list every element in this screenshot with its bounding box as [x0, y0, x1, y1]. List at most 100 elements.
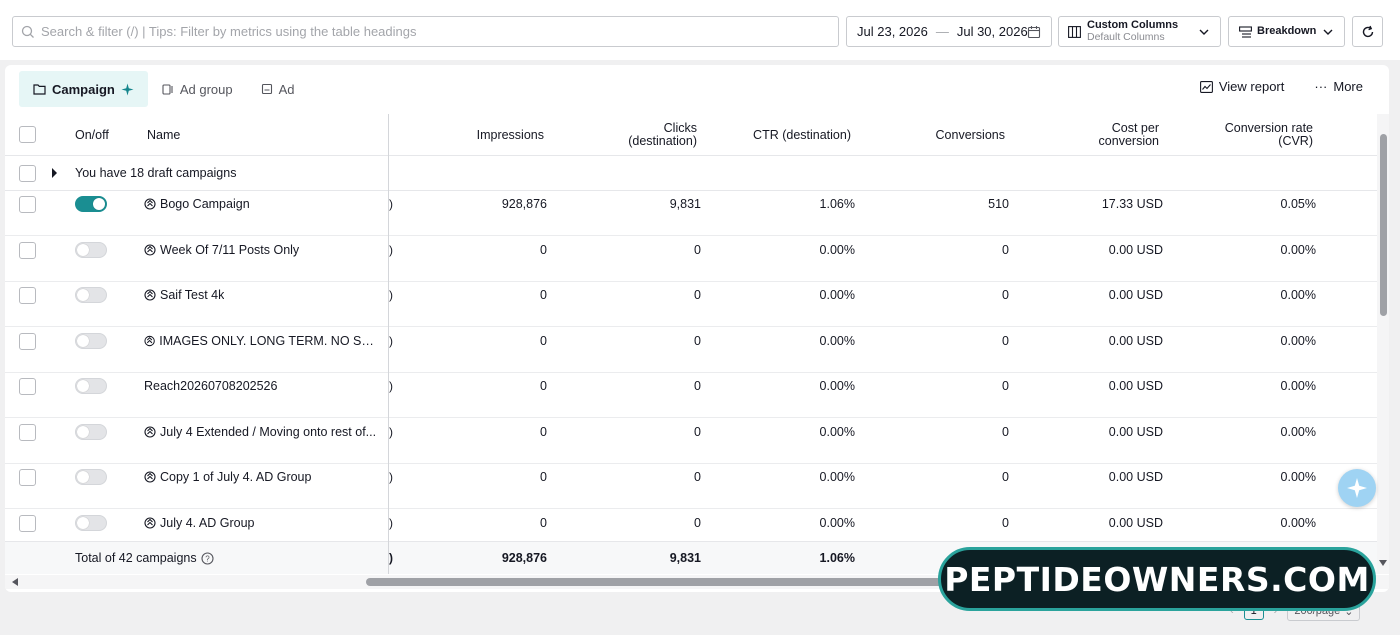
more-button[interactable]: ··· More — [1314, 79, 1363, 94]
table-row[interactable]: Saif Test 4k) 0 0 0.00% 0 0.00 USD 0.00% — [5, 282, 1377, 327]
campaign-name[interactable]: Week Of 7/11 Posts Only — [160, 243, 299, 257]
custom-columns-dropdown[interactable]: Custom Columns Default Columns — [1058, 16, 1221, 47]
row-checkbox[interactable] — [19, 514, 36, 532]
campaign-toggle[interactable] — [75, 423, 107, 440]
table-row[interactable]: Week Of 7/11 Posts Only) 0 0 0.00% 0 0.00 USD… — [5, 237, 1377, 282]
tab-ad-group[interactable]: Ad group — [148, 71, 247, 107]
campaign-name-cell[interactable]: Week Of 7/11 Posts Only — [144, 243, 299, 257]
cell-clicks: 0 — [694, 379, 701, 393]
campaign-toggle[interactable] — [75, 241, 107, 258]
row-checkbox[interactable] — [19, 196, 36, 213]
tab-label: Campaign — [52, 81, 115, 97]
campaign-name-cell[interactable]: Reach20260708202526 — [144, 379, 277, 393]
header-ctr[interactable]: CTR (destination) — [711, 114, 851, 156]
campaign-name-cell[interactable]: IMAGES ONLY. LONG TERM. NO SALE... — [144, 334, 380, 348]
tab-campaign[interactable]: Campaign — [19, 71, 148, 107]
cell-impressions: 0 — [540, 288, 547, 302]
campaign-toggle[interactable] — [75, 378, 107, 394]
tab-ad[interactable]: Ad — [247, 71, 309, 107]
cell-cvr: 0.05% — [1280, 197, 1316, 211]
campaign-toggle[interactable] — [75, 196, 107, 212]
header-cost-per-conversion[interactable]: Cost per conversion — [1039, 114, 1159, 156]
campaign-name-cell[interactable]: July 4 Extended / Moving onto rest of... — [144, 425, 376, 439]
campaign-name[interactable]: Copy 1 of July 4. AD Group — [160, 470, 311, 484]
view-report-button[interactable]: View report — [1199, 79, 1284, 94]
table-row[interactable]: Bogo Campaign) 928,876 9,831 1.06% 510 17.33 … — [5, 191, 1377, 236]
horizontal-scroll-thumb[interactable] — [366, 578, 956, 586]
campaign-toggle[interactable] — [75, 332, 107, 349]
calendar-icon — [1027, 26, 1041, 39]
header-name[interactable]: Name — [147, 114, 180, 156]
vertical-scrollbar[interactable] — [1377, 114, 1389, 574]
campaign-toggle[interactable] — [75, 287, 107, 303]
help-icon[interactable]: ? — [201, 551, 214, 565]
clipped-cell: ) — [389, 242, 393, 257]
select-all-checkbox[interactable] — [19, 126, 36, 143]
cell-conversions: 510 — [988, 197, 1009, 211]
row-checkbox[interactable] — [19, 332, 36, 350]
smart-campaign-icon — [144, 471, 156, 483]
date-start: Jul 23, 2026 — [857, 24, 928, 39]
table-row[interactable]: Reach20260708202526) 0 0 0.00% 0 0.00 USD 0.00… — [5, 373, 1377, 418]
draft-campaigns-row[interactable]: You have 18 draft campaigns — [5, 156, 1377, 191]
header-clicks[interactable]: Clicks (destination) — [565, 114, 697, 156]
more-label: More — [1333, 79, 1363, 94]
cell-impressions: 0 — [540, 424, 547, 439]
header-impressions[interactable]: Impressions — [435, 114, 544, 156]
campaign-name[interactable]: Reach20260708202526 — [144, 379, 277, 393]
cell-cost-per-conversion: 0.00 USD — [1108, 333, 1163, 348]
clipped-cell: ) — [389, 197, 393, 211]
cell-clicks: 0 — [694, 515, 701, 530]
campaign-name-cell[interactable]: Copy 1 of July 4. AD Group — [144, 470, 311, 484]
draft-campaigns-text: You have 18 draft campaigns — [75, 166, 237, 180]
breakdown-label: Breakdown — [1257, 25, 1317, 37]
sparkle-icon — [1347, 478, 1367, 498]
table-row[interactable]: July 4 Extended / Moving onto rest of...… — [5, 419, 1377, 464]
refresh-button[interactable] — [1352, 16, 1383, 47]
frozen-column-divider — [388, 114, 389, 574]
campaign-toggle[interactable] — [75, 514, 107, 531]
cell-cost-per-conversion: 0.00 USD — [1108, 242, 1163, 257]
header-onoff[interactable]: On/off — [75, 114, 109, 156]
totals-clipped: ) — [389, 551, 393, 565]
date-range-picker[interactable]: Jul 23, 2026 — Jul 30, 2026 — [846, 16, 1052, 47]
header-cvr[interactable]: Conversion rate (CVR) — [1173, 114, 1313, 156]
row-checkbox[interactable] — [19, 287, 36, 304]
cell-conversions: 0 — [1002, 379, 1009, 393]
cell-ctr: 1.06% — [819, 197, 855, 211]
campaign-name-cell[interactable]: July 4. AD Group — [144, 516, 255, 530]
breakdown-dropdown[interactable]: Breakdown — [1228, 16, 1345, 47]
folder-icon — [33, 84, 46, 95]
campaign-name-cell[interactable]: Saif Test 4k — [144, 288, 224, 302]
campaign-name[interactable]: July 4. AD Group — [160, 516, 255, 530]
table-row[interactable]: Copy 1 of July 4. AD Group) 0 0 0.00% 0 0.00 … — [5, 464, 1377, 509]
search-icon — [21, 25, 34, 38]
smart-campaign-icon — [144, 243, 156, 256]
table-row[interactable]: IMAGES ONLY. LONG TERM. NO SALE...) 0 0 0.0… — [5, 328, 1377, 373]
campaign-name[interactable]: July 4 Extended / Moving onto rest of... — [160, 425, 376, 439]
campaign-name-cell[interactable]: Bogo Campaign — [144, 197, 250, 211]
row-checkbox[interactable] — [19, 423, 36, 441]
row-checkbox[interactable] — [19, 241, 36, 259]
ai-assistant-button[interactable] — [1338, 469, 1376, 507]
expand-caret-icon[interactable] — [52, 168, 57, 178]
sparkle-icon — [121, 83, 134, 95]
row-checkbox[interactable] — [19, 469, 36, 486]
cell-cost-per-conversion: 0.00 USD — [1108, 515, 1163, 530]
scroll-left-arrow-icon[interactable] — [12, 578, 18, 586]
vertical-scroll-thumb[interactable] — [1380, 134, 1387, 316]
scroll-down-arrow-icon[interactable] — [1379, 560, 1387, 566]
campaign-toggle[interactable] — [75, 469, 107, 485]
draft-row-checkbox[interactable] — [19, 165, 36, 182]
search-input[interactable] — [41, 24, 821, 39]
campaign-name[interactable]: IMAGES ONLY. LONG TERM. NO SALE... — [159, 334, 380, 348]
cell-cost-per-conversion: 0.00 USD — [1108, 424, 1163, 439]
cell-conversions: 0 — [1002, 424, 1009, 439]
header-conversions[interactable]: Conversions — [885, 114, 1005, 156]
search-box[interactable] — [12, 16, 839, 47]
totals-ctr: 1.06% — [819, 551, 855, 565]
campaign-name[interactable]: Bogo Campaign — [160, 197, 250, 211]
campaign-name[interactable]: Saif Test 4k — [160, 288, 224, 302]
row-checkbox[interactable] — [19, 378, 36, 395]
clipped-cell: ) — [389, 333, 393, 348]
